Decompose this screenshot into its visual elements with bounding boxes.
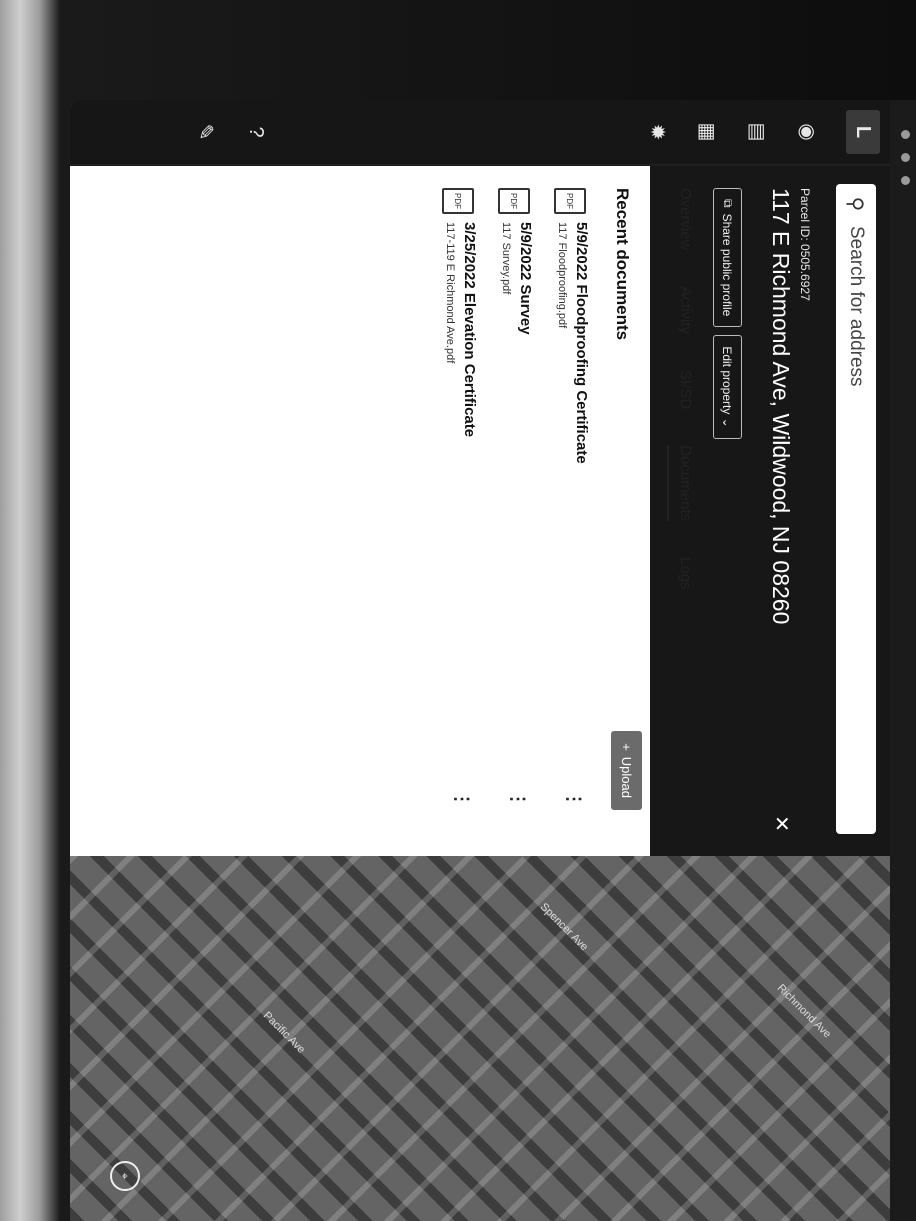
screen: L ◉ ▤ ▦ ✹ ? ✎ ⚲ Parcel ID: 0505.6927 117… bbox=[70, 100, 916, 1221]
document-item[interactable]: PDF 3/25/2022 Elevation Certificate 117-… bbox=[428, 188, 478, 808]
document-title[interactable]: 5/9/2022 Floodproofing Certificate bbox=[573, 222, 590, 464]
document-filename: 117 Floodproofing.pdf bbox=[556, 222, 568, 329]
search-icon: ⚲ bbox=[844, 196, 867, 212]
tab-sisd[interactable]: SI/SD bbox=[667, 370, 694, 409]
aerial-map[interactable]: Richmond Ave Spencer Ave Pacific Ave ⌖ bbox=[70, 856, 890, 1221]
share-label: Share public profile bbox=[720, 213, 735, 317]
app-window: L ◉ ▤ ▦ ✹ ? ✎ ⚲ Parcel ID: 0505.6927 117… bbox=[70, 100, 916, 1221]
document-filename: 117-119 E Richmond Ave.pdf bbox=[444, 222, 456, 364]
bug-icon[interactable]: ✎ bbox=[192, 116, 220, 148]
upload-label: Upload bbox=[619, 756, 634, 798]
plus-icon: + bbox=[619, 743, 634, 751]
tab-overview[interactable]: Overview bbox=[667, 188, 694, 251]
document-item[interactable]: PDF 5/9/2022 Floodproofing Certificate 1… bbox=[540, 188, 590, 808]
globe-icon[interactable]: ◉ bbox=[794, 116, 822, 148]
help-icon[interactable]: ? bbox=[242, 116, 270, 148]
tab-activity[interactable]: Activity bbox=[667, 287, 694, 335]
parcel-id: Parcel ID: 0505.6927 bbox=[798, 188, 812, 301]
search-input[interactable] bbox=[844, 224, 868, 788]
tab-bar: Overview Activity SI/SD Documents Logs bbox=[667, 188, 694, 590]
edit-property-button[interactable]: Edit property ⌄ bbox=[713, 335, 742, 439]
document-icon[interactable]: ▤ bbox=[744, 116, 772, 148]
property-panel: ⚲ Parcel ID: 0505.6927 117 E Richmond Av… bbox=[70, 166, 890, 856]
window-close-dot[interactable] bbox=[901, 130, 910, 139]
window-maximize-dot[interactable] bbox=[901, 176, 910, 185]
tab-logs[interactable]: Logs bbox=[667, 557, 694, 590]
tab-documents[interactable]: Documents bbox=[667, 445, 694, 522]
app-logo[interactable]: L bbox=[846, 110, 880, 154]
more-options-icon[interactable]: ⋮ bbox=[563, 790, 584, 808]
share-public-profile-button[interactable]: ⧉ Share public profile bbox=[713, 188, 742, 328]
icon-rail: L ◉ ▤ ▦ ✹ ? ✎ bbox=[70, 100, 890, 165]
window-minimize-dot[interactable] bbox=[901, 153, 910, 162]
window-controls bbox=[901, 130, 910, 185]
search-bar[interactable]: ⚲ bbox=[836, 184, 876, 834]
more-options-icon[interactable]: ⋮ bbox=[451, 790, 472, 808]
close-icon[interactable]: ✕ bbox=[769, 815, 794, 832]
share-icon: ⧉ bbox=[721, 199, 735, 208]
more-options-icon[interactable]: ⋮ bbox=[507, 790, 528, 808]
location-pin-icon[interactable]: ⌖ bbox=[110, 1161, 140, 1191]
street-label: Richmond Ave bbox=[774, 982, 834, 1041]
pdf-file-icon: PDF bbox=[498, 188, 530, 214]
property-actions: ⧉ Share public profile Edit property ⌄ bbox=[713, 188, 742, 439]
upload-button[interactable]: + Upload bbox=[611, 731, 642, 810]
pdf-file-icon: PDF bbox=[442, 188, 474, 214]
section-title: Recent documents bbox=[613, 188, 632, 341]
document-item[interactable]: PDF 5/9/2022 Survey 117 Survey.pdf ⋮ bbox=[484, 188, 534, 808]
document-title[interactable]: 3/25/2022 Elevation Certificate bbox=[461, 222, 478, 437]
gear-icon[interactable]: ✹ bbox=[644, 116, 672, 148]
pdf-file-icon: PDF bbox=[554, 188, 586, 214]
document-title[interactable]: 5/9/2022 Survey bbox=[517, 222, 534, 335]
document-filename: 117 Survey.pdf bbox=[500, 222, 512, 295]
property-address: 117 E Richmond Ave, Wildwood, NJ 08260 bbox=[768, 188, 794, 625]
edit-label: Edit property ⌄ bbox=[720, 346, 735, 428]
calculator-icon[interactable]: ▦ bbox=[694, 116, 722, 148]
street-label: Pacific Ave bbox=[260, 1009, 308, 1057]
street-label: Spencer Ave bbox=[537, 900, 591, 954]
